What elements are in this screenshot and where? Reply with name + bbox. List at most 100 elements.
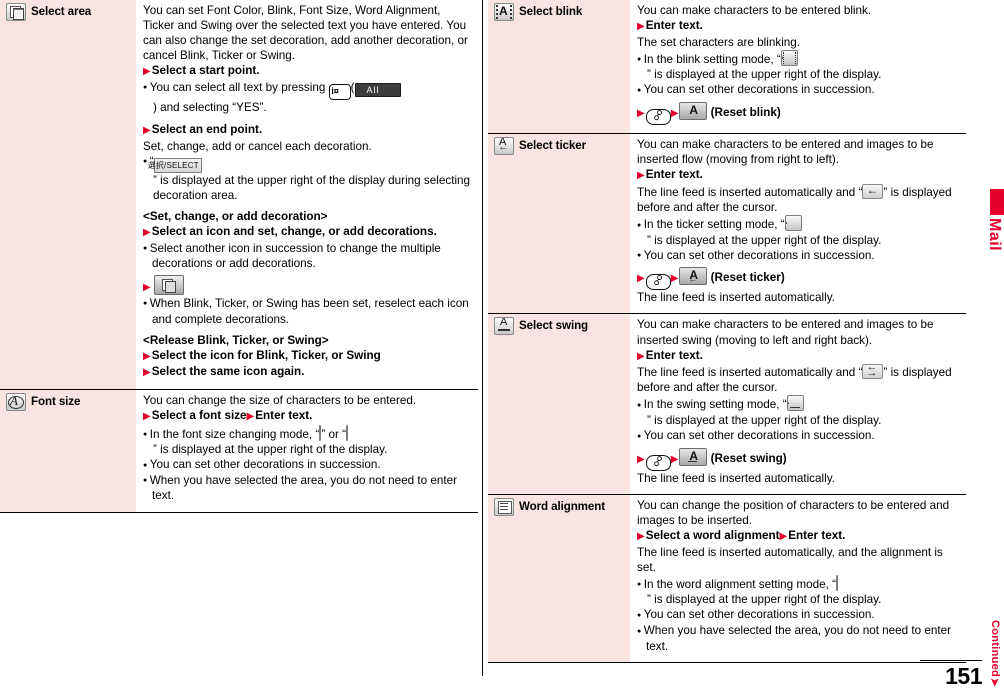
step: ▶Select an icon and set, change, or add … (143, 225, 437, 239)
row-body-cell: You can set Font Color, Blink, Font Size… (136, 0, 478, 389)
table-row: Select ticker You can make characters to… (488, 133, 966, 314)
font-size-large-icon (345, 424, 348, 441)
row-body-cell: You can make characters to be entered an… (630, 314, 966, 493)
bullet-item: When Blink, Ticker, or Swing has been se… (143, 296, 474, 327)
section-tab-label: Mail (986, 218, 1003, 252)
paragraph: Set, change, add or cancel each decorati… (143, 139, 372, 153)
table-row: Select blink You can make characters to … (488, 0, 966, 134)
step: ▶Select the icon for Blink, Ticker, or S… (143, 348, 381, 362)
footer-rule (920, 660, 982, 661)
paragraph: The line feed is inserted automatically … (637, 364, 962, 395)
blink-mode-icon (780, 49, 798, 66)
select-area-icon (6, 3, 26, 21)
table-row: Word alignment You can change the positi… (488, 493, 966, 663)
bullet-item: You can set other decorations in success… (637, 607, 962, 623)
step-arrow-icon: ▶ (637, 273, 645, 285)
step-arrow-icon: ▶ (246, 410, 255, 422)
row-body-cell: You can change the size of characters to… (136, 390, 478, 512)
step-arrow-icon: ▶ (637, 530, 645, 542)
step: ▶Select a start point. (143, 64, 260, 78)
select-swing-icon (494, 317, 514, 336)
step-arrow-icon: ▶ (637, 170, 645, 182)
right-column: Select blink You can make characters to … (488, 0, 966, 663)
row-label: Select swing (519, 319, 589, 333)
bullet-item: You can select all text by pressing i¤(A… (143, 80, 474, 115)
section-heading: <Release Blink, Ticker, or Swing> (143, 333, 329, 347)
page-number: 151 (945, 663, 982, 689)
step: ▶Select a word alignment▶Enter text. (637, 528, 846, 542)
row-label: Select blink (519, 5, 583, 18)
word-alignment-mode-icon (836, 574, 839, 591)
row-label-cell: Select ticker (488, 134, 630, 314)
ticker-marker-icon (862, 183, 884, 199)
step-arrow-icon: ▶ (637, 108, 645, 120)
step-arrow-icon: ▶ (143, 282, 151, 294)
section-heading: <Set, change, or add decoration> (143, 209, 328, 223)
step-icon-only: ▶ (143, 275, 474, 296)
step-arrow-icon: ▶ (670, 453, 679, 465)
paragraph: The line feed is inserted automatically. (637, 471, 835, 485)
bullet-item: In the blink setting mode, “” is display… (637, 49, 962, 83)
step: ▶Enter text. (637, 348, 703, 362)
complete-decoration-icon (153, 275, 184, 296)
font-size-icon (6, 392, 26, 411)
select-ticker-icon (494, 137, 514, 156)
send-key-icon: ☍ (645, 454, 671, 471)
reset-step: ▶☍▶ (Reset ticker) (637, 267, 962, 291)
softkey-all-label: All (354, 82, 401, 97)
bullet-item: You can set other decorations in success… (637, 428, 962, 444)
paragraph: You can set Font Color, Blink, Font Size… (143, 4, 468, 63)
select-blink-icon (494, 3, 514, 21)
bullet-item: In the ticker setting mode, “” is displa… (637, 215, 962, 248)
send-key-icon: ☍ (645, 273, 671, 291)
section-tab-marker (990, 189, 1004, 215)
step-arrow-icon: ▶ (143, 367, 151, 379)
step: ▶Select an end point. (143, 123, 263, 137)
row-label-cell: Select blink (488, 0, 630, 134)
row-label: Font size (31, 394, 81, 408)
paragraph: You can change the size of characters to… (143, 393, 417, 407)
paragraph: You can make characters to be entered an… (637, 138, 934, 167)
row-label: Word alignment (519, 499, 605, 513)
bullet-item: When you have selected the area, you do … (637, 623, 962, 654)
row-label-cell: Select area (0, 0, 136, 389)
bullet-item: In the font size changing mode, “” or “”… (143, 424, 474, 458)
reset-blink-icon (679, 102, 708, 121)
step: ▶Enter text. (637, 168, 703, 182)
ticker-mode-icon (784, 215, 802, 232)
word-alignment-icon (494, 497, 514, 516)
bullet-item: You can set other decorations in success… (143, 457, 474, 473)
row-label-cell: Word alignment (488, 494, 630, 662)
row-label-cell: Select swing (488, 314, 630, 494)
arrow-right-icon: ➤ (988, 677, 1002, 688)
send-key-icon: ☍ (645, 108, 671, 126)
table-row: Font size You can change the size of cha… (0, 388, 478, 513)
step-arrow-icon: ▶ (670, 108, 679, 120)
paragraph: The line feed is inserted automatically,… (637, 545, 943, 574)
bullet-item: In the word alignment setting mode, “” i… (637, 574, 962, 608)
swing-mode-icon (786, 395, 804, 412)
step-arrow-icon: ▶ (637, 350, 645, 362)
step: ▶Enter text. (637, 19, 703, 33)
step-arrow-icon: ▶ (779, 530, 788, 542)
bullet-item: You can set other decorations in success… (637, 82, 962, 98)
paragraph: You can change the position of character… (637, 498, 950, 527)
reset-step: ▶☍▶ (Reset blink) (637, 102, 962, 126)
manual-page: Select area You can set Font Color, Blin… (0, 0, 1004, 697)
table-row: Select swing You can make characters to … (488, 313, 966, 494)
paragraph: You can make characters to be entered bl… (637, 4, 872, 17)
row-label: Select area (31, 5, 92, 18)
step-arrow-icon: ▶ (143, 125, 151, 137)
row-body-cell: You can make characters to be entered an… (630, 134, 966, 313)
step-arrow-icon: ▶ (637, 453, 645, 465)
step-arrow-icon: ▶ (637, 21, 645, 33)
left-column: Select area You can set Font Color, Blin… (0, 0, 478, 513)
reset-ticker-icon (679, 267, 708, 286)
continued-marker: Continued➤ (988, 620, 1002, 688)
step-arrow-icon: ▶ (143, 227, 151, 239)
bullet-item: You can set other decorations in success… (637, 248, 962, 264)
function-key-icon: i¤ (328, 83, 351, 100)
paragraph: The line feed is inserted automatically. (637, 291, 835, 305)
row-body-cell: You can make characters to be entered bl… (630, 0, 966, 133)
